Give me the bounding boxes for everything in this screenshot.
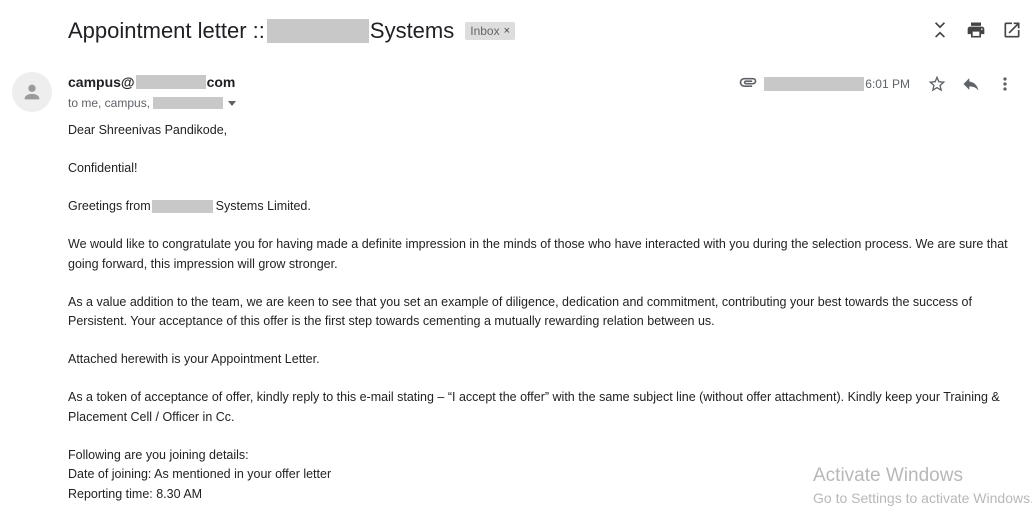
sender-avatar[interactable] (12, 72, 52, 112)
salutation: Dear Shreenivas Pandikode, (68, 123, 228, 137)
paragraph-attachment-note: Attached herewith is your Appointment Le… (68, 352, 320, 366)
sender-email[interactable]: campus@ com (68, 74, 235, 90)
redacted-company-name (266, 19, 369, 43)
remove-label-icon[interactable]: × (504, 25, 510, 37)
message-body: Dear Shreenivas Pandikode, Confidential!… (68, 121, 1023, 504)
greetings-prefix: Greetings from (68, 199, 151, 213)
greetings-line: Greetings from Systems Limited. (68, 197, 1023, 217)
top-actions (926, 16, 1026, 44)
more-vert-icon[interactable] (988, 70, 1022, 98)
subject-suffix: Systems (369, 18, 455, 43)
paragraph-acceptance-instructions: As a token of acceptance of offer, kindl… (68, 390, 1000, 424)
paragraph-value-addition: As a value addition to the team, we are … (68, 294, 972, 329)
reply-icon[interactable] (954, 70, 988, 98)
subject-prefix: Appointment letter :: (68, 18, 265, 43)
subject-row: Appointment letter :: Systems Inbox × (68, 14, 516, 48)
redacted-company-name (151, 200, 213, 214)
message-time: 6:01 PM (865, 77, 910, 91)
recipients-line: to me, campus, (68, 96, 237, 110)
watermark-subtitle: Go to Settings to activate Windows. (813, 490, 1032, 506)
attachment-icon (738, 72, 758, 97)
confidential-note: Confidential! (68, 161, 138, 175)
person-icon (24, 84, 40, 100)
inbox-label-chip[interactable]: Inbox × (465, 22, 516, 40)
activate-windows-watermark: Activate Windows Go to Settings to activ… (813, 464, 1032, 508)
print-icon[interactable] (962, 16, 990, 44)
redacted-date (764, 77, 865, 91)
details-heading: Following are you joining details: (68, 447, 249, 462)
star-icon[interactable] (920, 70, 954, 98)
show-details-caret-icon[interactable] (228, 100, 237, 106)
sender-prefix: campus@ (68, 74, 135, 90)
redacted-recipient (153, 97, 224, 109)
sender-suffix: com (206, 74, 236, 90)
paragraph-congratulations: We would like to congratulate you for ha… (68, 237, 1008, 271)
greetings-suffix: Systems Limited. (215, 199, 311, 213)
recipients-text: to me, campus, (68, 96, 151, 110)
message-meta: 6:01 PM (738, 70, 1022, 98)
open-new-window-icon[interactable] (998, 16, 1026, 44)
label-text: Inbox (470, 24, 500, 38)
watermark-title: Activate Windows (813, 465, 963, 486)
redacted-sender-domain (135, 75, 206, 89)
collapse-all-icon[interactable] (926, 16, 954, 44)
email-subject: Appointment letter :: Systems (68, 18, 454, 44)
